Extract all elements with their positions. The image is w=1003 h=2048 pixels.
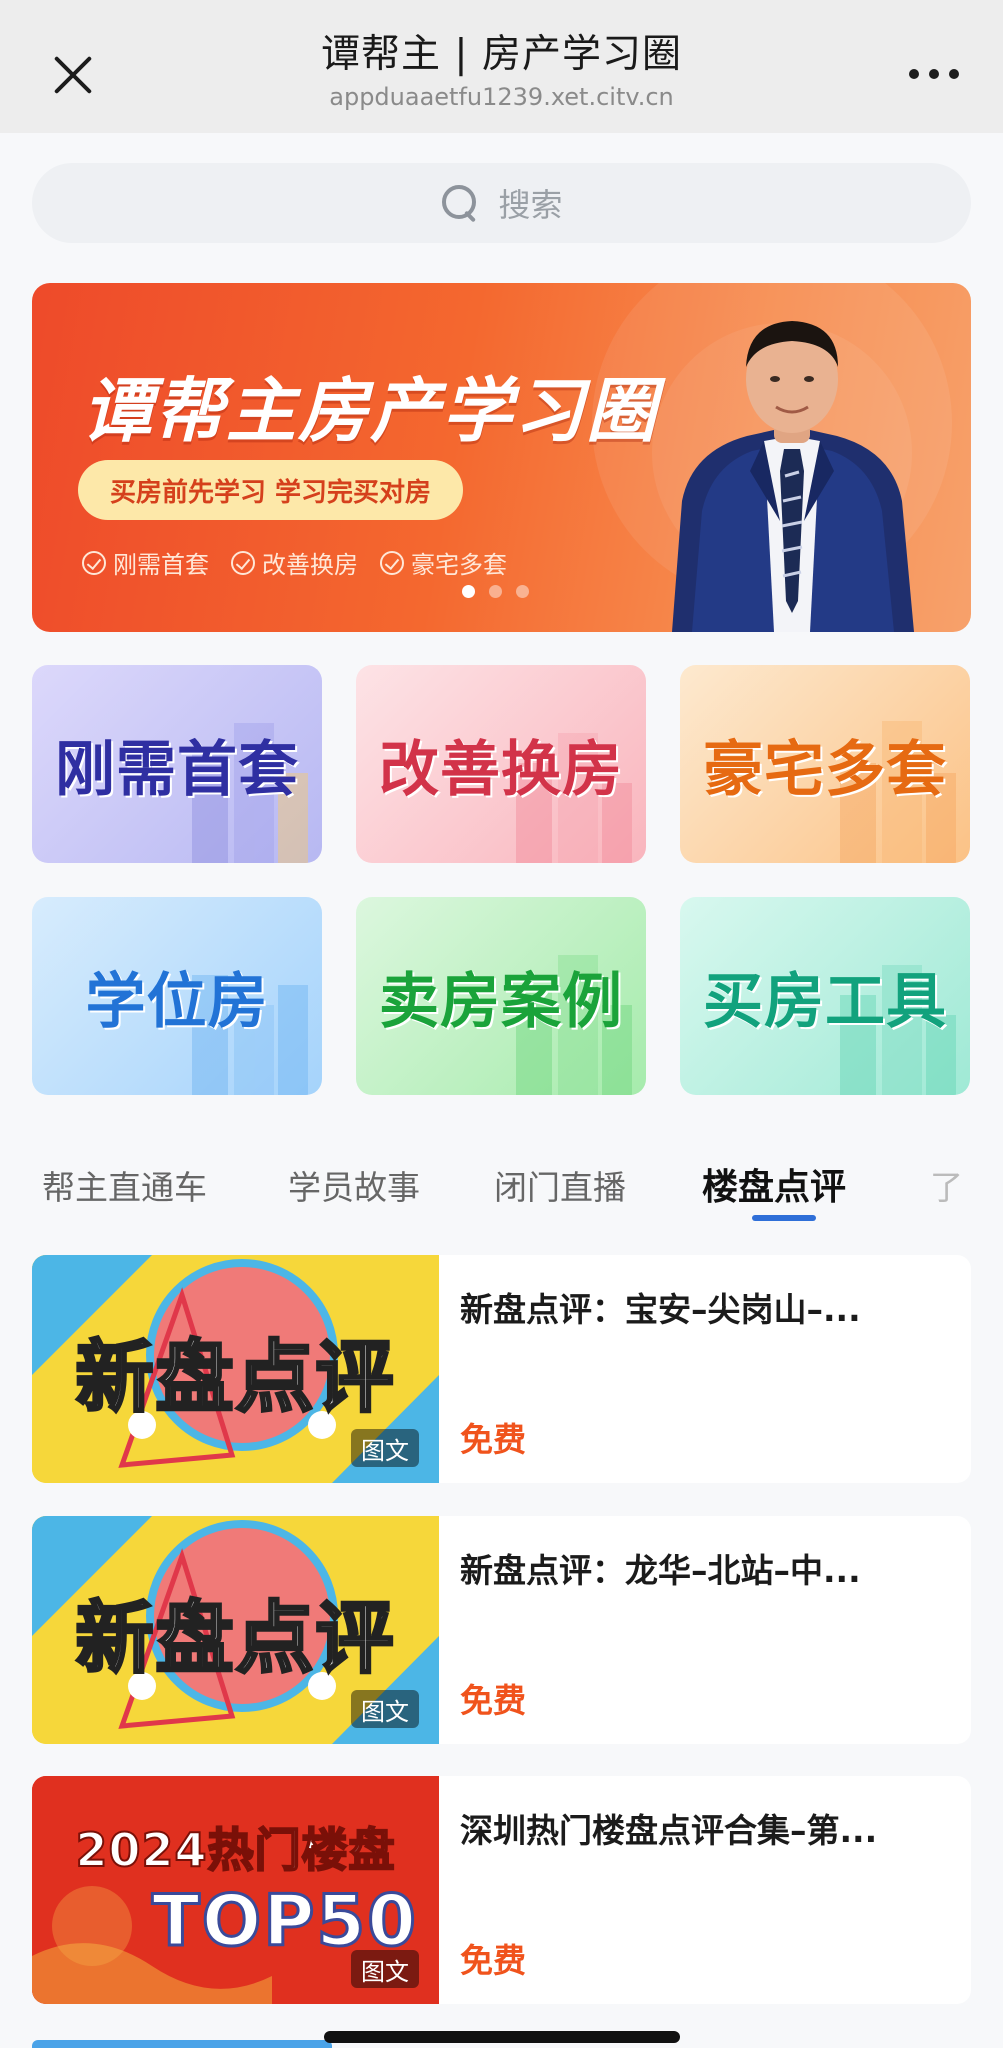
check-circle-icon <box>380 550 404 575</box>
tab-closed-live[interactable]: 闭门直播 <box>494 1161 626 1209</box>
banner-tags: 刚需首套 改善换房 豪宅多套 <box>82 545 507 580</box>
list-item[interactable]: 新盘点评 图文 新盘点评：龙华–北站–中... 免费 <box>32 1516 971 1744</box>
item-price: 免费 <box>460 1941 526 1980</box>
page-title: 谭帮主 | 房产学习圈 <box>321 32 682 77</box>
list-item[interactable]: 新盘点评 图文 新盘点评：宝安–尖岗山–... 免费 <box>32 1255 971 1483</box>
page-url: appduaaetfu1239.xet.citv.cn <box>329 82 674 111</box>
banner-slogan: 买房前先学习 学习完买对房 <box>78 460 464 520</box>
presenter-photo <box>672 321 914 632</box>
content-type-badge: 图文 <box>351 1429 419 1467</box>
active-tab-indicator <box>752 1215 816 1221</box>
promo-banner[interactable]: 谭帮主房产学习圈 买房前先学习 学习完买对房 刚需首套 改善换房 豪宅多套 <box>32 283 971 632</box>
check-circle-icon <box>231 550 255 575</box>
search-bar[interactable]: 搜索 <box>32 163 971 243</box>
category-tile[interactable]: 豪宅多套 <box>680 665 970 863</box>
item-title: 新盘点评：龙华–北站–中... <box>460 1551 861 1590</box>
banner-title: 谭帮主房产学习圈 <box>82 370 658 452</box>
content-type-badge: 图文 <box>351 1690 419 1728</box>
carousel-dot[interactable] <box>489 585 502 598</box>
category-label: 买房工具 <box>703 966 947 1037</box>
search-placeholder: 搜索 <box>498 186 563 224</box>
tab-student-stories[interactable]: 学员故事 <box>288 1161 420 1209</box>
list-item[interactable]: 2024热门楼盘 TOP50 图文 深圳热门楼盘点评合集–第... 免费 <box>32 1776 971 2004</box>
list-item-peek <box>32 2040 332 2048</box>
thumbnail-text: 新盘点评 <box>74 1593 396 1686</box>
title-block: 谭帮主 | 房产学习圈 appduaaetfu1239.xet.citv.cn <box>200 30 803 112</box>
carousel-indicator[interactable] <box>462 585 529 598</box>
check-circle-icon <box>82 550 106 575</box>
close-icon[interactable] <box>44 46 102 104</box>
category-tile[interactable]: 学位房 <box>32 897 322 1095</box>
item-title: 深圳热门楼盘点评合集–第... <box>460 1811 878 1850</box>
banner-tag: 豪宅多套 <box>380 545 507 580</box>
tab-property-review[interactable]: 楼盘点评 <box>702 1158 846 1210</box>
carousel-dot[interactable] <box>462 585 475 598</box>
category-tile[interactable]: 改善换房 <box>356 665 646 863</box>
category-tile[interactable]: 买房工具 <box>680 897 970 1095</box>
carousel-dot[interactable] <box>516 585 529 598</box>
category-tile[interactable]: 卖房案例 <box>356 897 646 1095</box>
search-icon <box>440 183 480 223</box>
thumbnail-text: 新盘点评 <box>74 1332 396 1425</box>
tab-more-partial[interactable]: 了 <box>930 1161 1003 1211</box>
item-title: 新盘点评：宝安–尖岗山–... <box>460 1290 861 1329</box>
item-price: 免费 <box>460 1420 526 1459</box>
content-tabs: 帮主直通车 学员故事 闭门直播 楼盘点评 了 <box>0 1149 1003 1221</box>
category-label: 刚需首套 <box>55 734 299 805</box>
top-navigation-bar: 谭帮主 | 房产学习圈 appduaaetfu1239.xet.citv.cn <box>0 0 1003 133</box>
more-options-icon[interactable] <box>909 68 959 80</box>
home-indicator[interactable] <box>324 2031 680 2043</box>
item-thumbnail: 新盘点评 图文 <box>32 1516 439 1744</box>
banner-tag: 刚需首套 <box>82 545 209 580</box>
item-price: 免费 <box>460 1681 526 1720</box>
thumbnail-headline: 2024热门楼盘 <box>74 1822 396 1878</box>
category-label: 学位房 <box>85 966 269 1037</box>
tab-bangzhu-express[interactable]: 帮主直通车 <box>42 1161 207 1209</box>
item-thumbnail: 新盘点评 图文 <box>32 1255 439 1483</box>
category-tile[interactable]: 刚需首套 <box>32 665 322 863</box>
banner-tag: 改善换房 <box>231 545 358 580</box>
item-thumbnail: 2024热门楼盘 TOP50 图文 <box>32 1776 439 2004</box>
category-label: 改善换房 <box>379 734 623 805</box>
page-content: 搜索 谭帮主房产学习圈 买房前先学习 学习完买对房 刚需首套 改善换房 豪宅多套 <box>0 133 1003 2048</box>
content-type-badge: 图文 <box>351 1950 419 1988</box>
category-label: 卖房案例 <box>379 966 623 1037</box>
category-label: 豪宅多套 <box>703 734 947 805</box>
